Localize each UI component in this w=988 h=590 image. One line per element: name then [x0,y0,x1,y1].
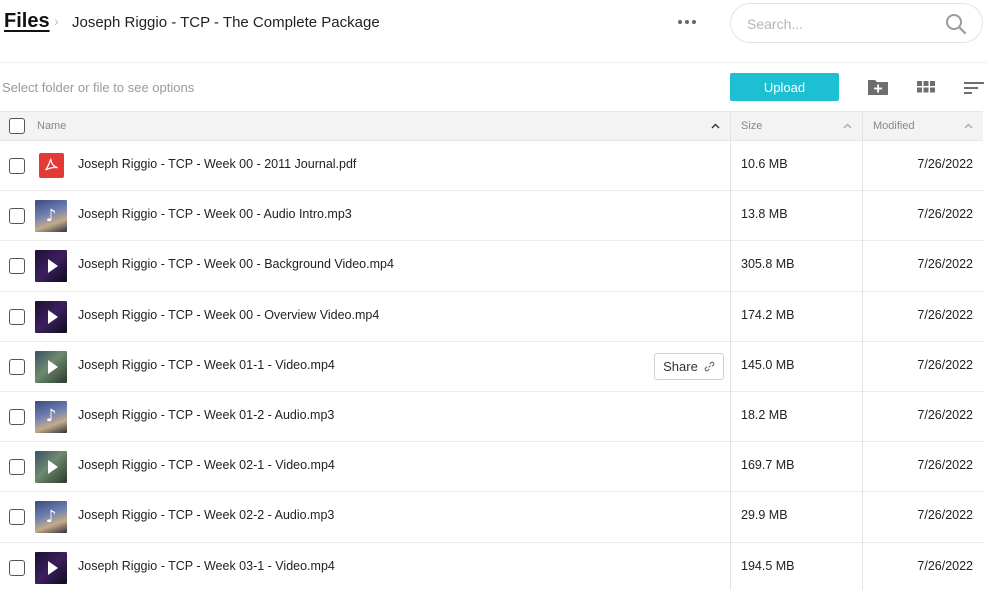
video-thumbnail-icon [35,551,67,584]
row-checkbox[interactable] [9,559,25,576]
table-row[interactable]: Joseph Riggio - TCP - Week 00 - Backgrou… [0,241,983,292]
play-icon [47,460,58,475]
row-checkbox[interactable] [9,358,25,375]
share-button[interactable]: Share [654,352,724,380]
sort-icon[interactable] [962,76,986,98]
row-checkbox[interactable] [9,208,25,225]
breadcrumb-files-link[interactable]: Files [4,10,50,33]
play-icon [47,359,58,374]
table-row[interactable]: Joseph Riggio - TCP - Week 00 - 2011 Jou… [0,141,983,192]
file-name[interactable]: Joseph Riggio - TCP - Week 00 - Overview… [78,308,379,322]
audio-thumbnail-icon: ♪ [35,400,67,433]
grid-view-icon[interactable] [914,76,938,98]
file-size: 169.7 MB [741,458,795,473]
row-checkbox[interactable] [9,258,25,275]
play-icon [47,560,58,575]
table-row[interactable]: Joseph Riggio - TCP - Week 01-1 - Video.… [0,342,983,392]
column-divider [862,141,863,590]
search-input[interactable] [747,13,937,35]
file-modified-date: 7/26/2022 [917,357,973,372]
sort-asc-icon[interactable] [964,123,973,129]
file-size: 145.0 MB [741,357,795,372]
row-checkbox[interactable] [9,158,25,174]
table-row[interactable]: Joseph Riggio - TCP - Week 03-1 - Video.… [0,543,983,590]
file-size: 18.2 MB [741,407,788,422]
file-size: 194.5 MB [741,558,795,573]
search-box [730,3,983,43]
file-size: 10.6 MB [741,157,788,171]
breadcrumb-separator: › [54,13,59,29]
file-size: 29.9 MB [741,508,788,523]
row-checkbox[interactable] [9,459,25,476]
file-name[interactable]: Joseph Riggio - TCP - Week 02-1 - Video.… [78,458,335,472]
share-label: Share [663,358,698,374]
table-row[interactable]: ♪ Joseph Riggio - TCP - Week 01-2 - Audi… [0,392,983,443]
file-name[interactable]: Joseph Riggio - TCP - Week 00 - Backgrou… [78,257,394,271]
link-icon [704,361,715,372]
selection-hint: Select folder or file to see options [2,80,195,95]
video-thumbnail-icon [35,350,67,383]
file-modified-date: 7/26/2022 [917,157,973,171]
file-name[interactable]: Joseph Riggio - TCP - Week 00 - 2011 Jou… [78,157,356,171]
new-folder-icon[interactable] [866,76,890,98]
file-modified-date: 7/26/2022 [917,257,973,272]
file-name[interactable]: Joseph Riggio - TCP - Week 03-1 - Video.… [78,559,335,573]
file-modified-date: 7/26/2022 [917,458,973,473]
file-modified-date: 7/26/2022 [917,307,973,322]
table-row[interactable]: ♪ Joseph Riggio - TCP - Week 02-2 - Audi… [0,492,983,543]
file-size: 13.8 MB [741,207,788,222]
column-label: Name [37,120,67,132]
music-note-icon: ♪ [45,506,57,527]
video-thumbnail-icon [35,250,67,283]
file-modified-date: 7/26/2022 [917,207,973,222]
column-header-size[interactable]: Size [741,112,859,140]
file-name[interactable]: Joseph Riggio - TCP - Week 01-1 - Video.… [78,358,335,372]
column-divider [730,141,731,590]
file-table: Name Size Modified Joseph Riggio - TCP -… [0,111,983,590]
more-options-button[interactable] [672,8,702,36]
music-note-icon: ♪ [45,406,57,427]
play-icon [47,259,58,274]
play-icon [47,309,58,324]
video-thumbnail-icon [35,451,67,484]
audio-thumbnail-icon: ♪ [35,501,67,534]
dot-icon [685,20,689,24]
column-divider [862,112,863,140]
column-divider [730,112,731,140]
file-modified-date: 7/26/2022 [917,558,973,573]
app-header: Files › Joseph Riggio - TCP - The Comple… [0,0,988,62]
dot-icon [678,20,682,24]
dot-icon [692,20,696,24]
file-size: 174.2 MB [741,307,795,322]
select-all-checkbox[interactable] [9,118,25,134]
row-checkbox[interactable] [9,308,25,325]
row-checkbox[interactable] [9,509,25,526]
sort-asc-icon[interactable] [711,123,720,129]
file-modified-date: 7/26/2022 [917,508,973,523]
file-modified-date: 7/26/2022 [917,407,973,422]
table-row[interactable]: ♪ Joseph Riggio - TCP - Week 00 - Audio … [0,191,983,242]
table-header: Name Size Modified [0,111,983,141]
audio-thumbnail-icon: ♪ [35,200,67,233]
sort-asc-icon[interactable] [843,123,852,129]
file-size: 305.8 MB [741,257,795,272]
table-row[interactable]: Joseph Riggio - TCP - Week 02-1 - Video.… [0,442,983,493]
search-icon[interactable] [944,12,968,36]
file-name[interactable]: Joseph Riggio - TCP - Week 02-2 - Audio.… [78,508,334,522]
table-row[interactable]: Joseph Riggio - TCP - Week 00 - Overview… [0,292,983,342]
column-label: Size [741,120,763,132]
file-name[interactable]: Joseph Riggio - TCP - Week 01-2 - Audio.… [78,408,334,422]
row-checkbox[interactable] [9,408,25,425]
music-note-icon: ♪ [45,205,57,226]
file-name[interactable]: Joseph Riggio - TCP - Week 00 - Audio In… [78,207,352,221]
header-divider [0,62,988,63]
breadcrumb-current-folder: Joseph Riggio - TCP - The Complete Packa… [72,14,380,31]
column-label: Modified [873,120,915,132]
column-header-name[interactable]: Name [37,112,727,140]
upload-button[interactable]: Upload [730,73,839,101]
video-thumbnail-icon [35,300,67,333]
pdf-file-icon [39,153,64,178]
table-body: Joseph Riggio - TCP - Week 00 - 2011 Jou… [0,141,983,590]
